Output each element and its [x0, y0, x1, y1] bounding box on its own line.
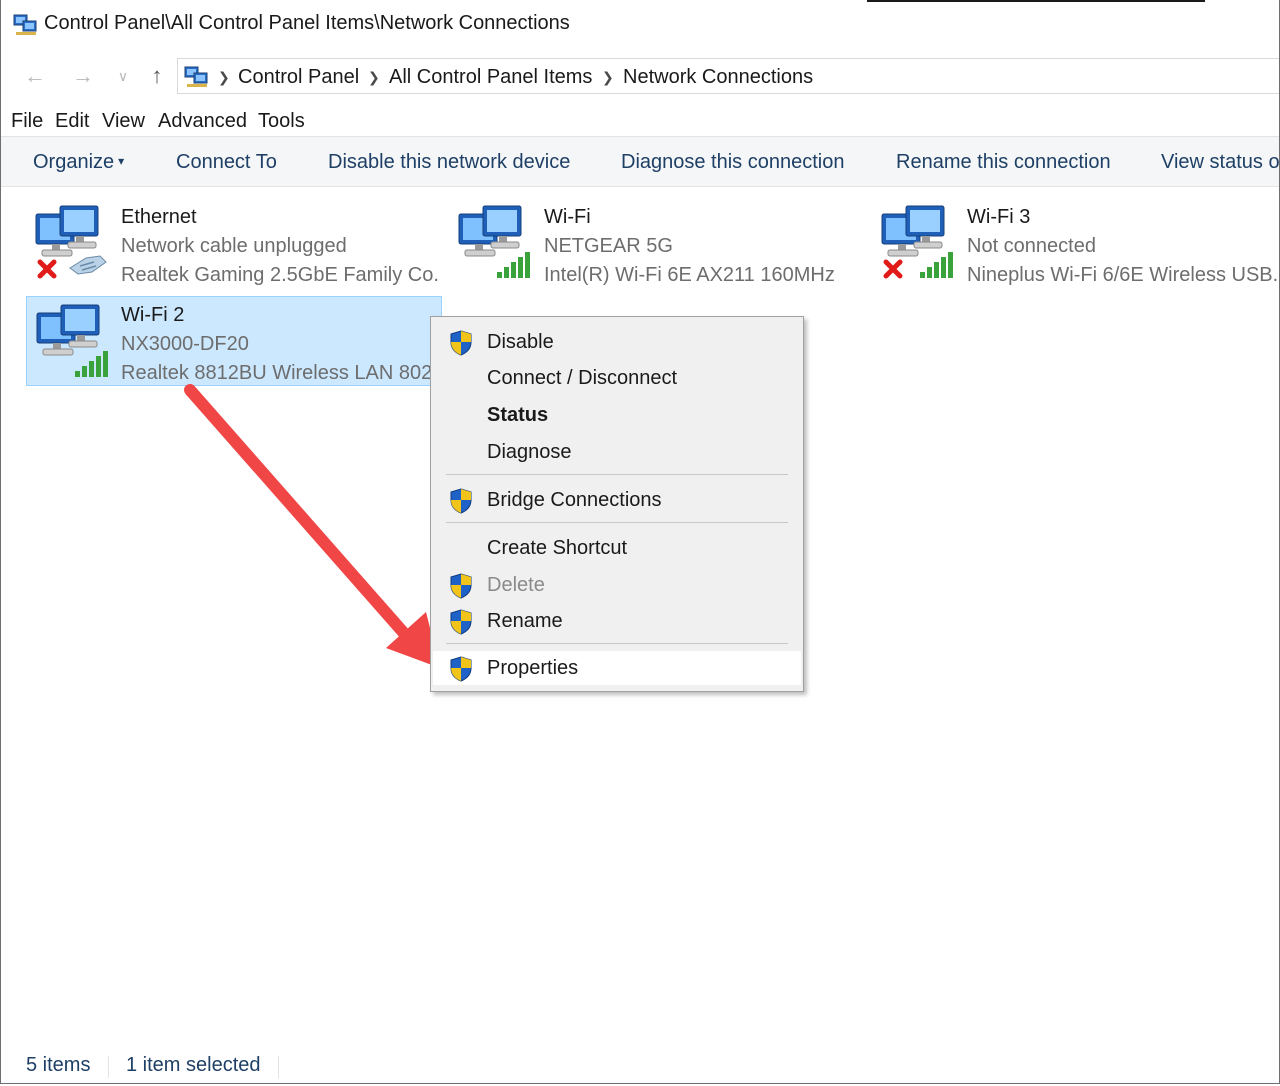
breadcrumb-chevron-icon[interactable]: ❯	[218, 69, 230, 86]
up-arrow-icon[interactable]: ↑	[143, 62, 171, 90]
uac-shield-icon	[450, 573, 472, 599]
title-bar: Control Panel\All Control Panel Items\Ne…	[1, 0, 1279, 50]
menu-separator	[446, 522, 788, 523]
connection-wifi-2[interactable]: Wi-Fi 2 NX3000-DF20 Realtek 8812BU Wirel…	[26, 296, 442, 386]
connection-status: Not connected	[967, 235, 1096, 257]
uac-shield-icon	[450, 656, 472, 682]
uac-shield-icon	[450, 488, 472, 514]
menu-item-label: Rename	[487, 610, 563, 632]
ethernet-adapter-icon	[35, 205, 107, 279]
breadcrumb-network-connections[interactable]: Network Connections	[623, 66, 813, 89]
caret-down-icon: ▾	[118, 154, 125, 168]
status-bar: 5 items 1 item selected	[1, 1050, 1279, 1082]
menu-item-label: Bridge Connections	[487, 489, 662, 511]
breadcrumb-chevron-icon[interactable]: ❯	[602, 69, 614, 86]
menu-item-create-shortcut[interactable]: Create Shortcut	[433, 531, 801, 565]
uac-shield-icon	[450, 330, 472, 356]
wifi-adapter-icon	[458, 205, 530, 278]
connection-device: Intel(R) Wi-Fi 6E AX211 160MHz	[544, 264, 835, 286]
organize-button[interactable]: Organize ▾	[33, 151, 124, 174]
menu-view[interactable]: View	[102, 110, 145, 133]
breadcrumb-control-panel[interactable]: Control Panel	[238, 66, 359, 89]
menu-item-disable[interactable]: Disable	[433, 325, 801, 359]
menu-item-properties[interactable]: Properties	[433, 651, 801, 685]
connection-device: Realtek 8812BU Wireless LAN 802...	[121, 362, 439, 384]
connection-wifi-3[interactable]: Wi-Fi 3 Not connected Nineplus Wi-Fi 6/6…	[872, 198, 1279, 288]
connection-name: Ethernet	[121, 206, 197, 228]
menu-item-bridge-connections[interactable]: Bridge Connections	[433, 483, 801, 517]
connection-status: NETGEAR 5G	[544, 235, 673, 257]
menu-item-label: Connect / Disconnect	[487, 367, 678, 389]
breadcrumb-all-items[interactable]: All Control Panel Items	[389, 66, 592, 89]
view-status-button[interactable]: View status of this connection	[1161, 151, 1279, 174]
menu-edit[interactable]: Edit	[55, 110, 89, 133]
menu-item-label: Diagnose	[487, 441, 572, 463]
connection-status: Network cable unplugged	[121, 235, 347, 257]
window-title: Control Panel\All Control Panel Items\Ne…	[44, 12, 570, 34]
menu-bar: File Edit View Advanced Tools	[1, 106, 1279, 136]
navigation-row: ← → ∨ ↑ ❯ Control Panel ❯ All Control Pa…	[1, 56, 1279, 96]
connection-ethernet[interactable]: Ethernet Network cable unplugged Realtek…	[26, 198, 442, 288]
wifi-adapter-icon	[36, 304, 108, 377]
menu-item-label: Status	[487, 404, 549, 426]
address-bar[interactable]: ❯ Control Panel ❯ All Control Panel Item…	[177, 58, 1279, 94]
item-count: 5 items	[26, 1054, 91, 1076]
connect-to-button[interactable]: Connect To	[176, 151, 277, 174]
menu-item-label: Delete	[487, 574, 545, 596]
menu-item-rename[interactable]: Rename	[433, 604, 801, 638]
wifi-adapter-icon	[881, 205, 953, 279]
menu-item-label: Create Shortcut	[487, 537, 628, 559]
connection-status: NX3000-DF20	[121, 333, 249, 355]
status-divider	[278, 1056, 279, 1078]
diagnose-connection-button[interactable]: Diagnose this connection	[621, 151, 844, 174]
status-divider	[108, 1056, 109, 1078]
recent-locations-chevron-icon[interactable]: ∨	[109, 62, 137, 90]
connection-wifi[interactable]: Wi-Fi NETGEAR 5G Intel(R) Wi-Fi 6E AX211…	[449, 198, 865, 288]
disable-device-button[interactable]: Disable this network device	[328, 151, 570, 174]
menu-separator	[446, 474, 788, 475]
menu-item-label: Properties	[487, 657, 579, 679]
menu-item-diagnose[interactable]: Diagnose	[433, 435, 801, 469]
menu-advanced[interactable]: Advanced	[158, 110, 247, 133]
organize-label: Organize	[33, 151, 115, 173]
menu-item-delete: Delete	[433, 568, 801, 602]
connection-device: Realtek Gaming 2.5GbE Family Co...	[121, 264, 439, 286]
context-menu: Disable Connect / Disconnect Status Diag…	[430, 316, 804, 692]
connection-name: Wi-Fi 3	[967, 206, 1031, 228]
menu-item-connect-disconnect[interactable]: Connect / Disconnect	[433, 361, 801, 395]
menu-separator	[446, 643, 788, 644]
menu-item-status[interactable]: Status	[433, 398, 801, 432]
network-location-icon	[184, 66, 208, 87]
rename-connection-button[interactable]: Rename this connection	[896, 151, 1111, 174]
back-arrow-icon[interactable]: ←	[21, 62, 49, 90]
menu-file[interactable]: File	[11, 110, 43, 133]
command-bar: Organize ▾ Connect To Disable this networ…	[1, 136, 1279, 187]
forward-arrow-icon[interactable]: →	[69, 62, 97, 90]
connection-name: Wi-Fi	[544, 206, 591, 228]
menu-tools[interactable]: Tools	[258, 110, 305, 133]
connection-name: Wi-Fi 2	[121, 304, 185, 326]
menu-item-label: Disable	[487, 331, 554, 353]
breadcrumb-chevron-icon[interactable]: ❯	[368, 69, 380, 86]
network-connections-icon	[13, 14, 37, 35]
uac-shield-icon	[450, 609, 472, 635]
connection-device: Nineplus Wi-Fi 6/6E Wireless USB...	[967, 264, 1279, 286]
selected-count: 1 item selected	[126, 1054, 261, 1076]
